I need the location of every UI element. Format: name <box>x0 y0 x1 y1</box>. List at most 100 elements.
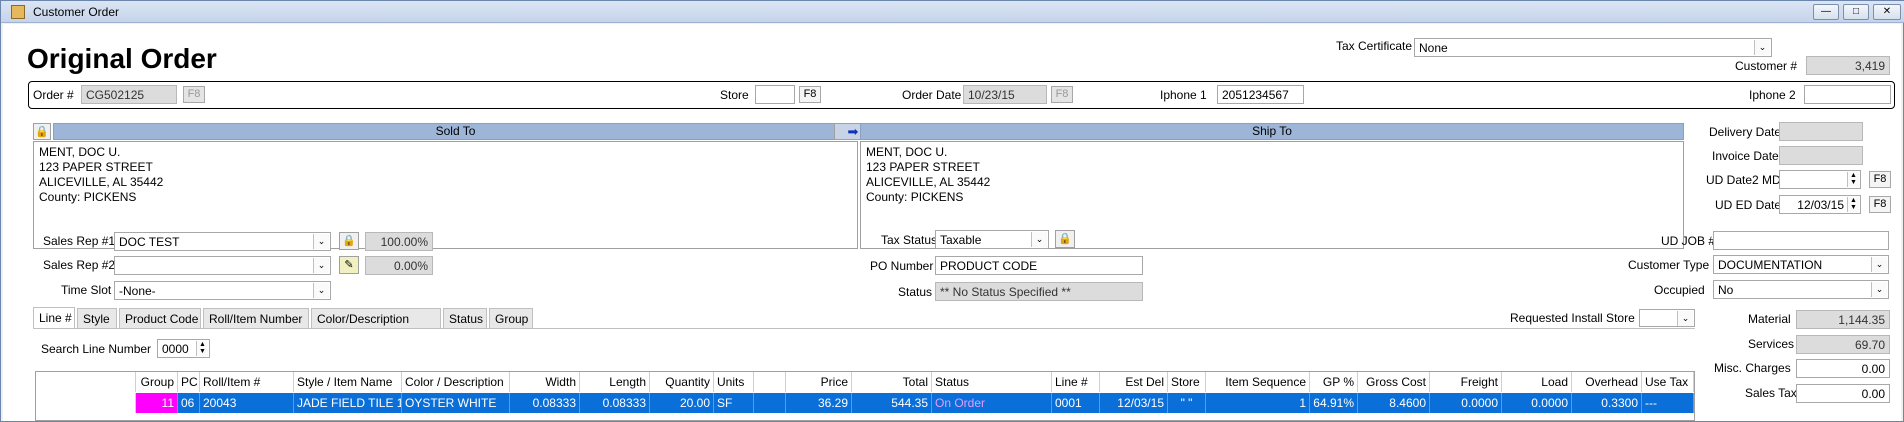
column-header-width[interactable]: Width <box>510 372 580 392</box>
sales-tax-label: Sales Tax <box>1745 386 1797 400</box>
customer-type-label: Customer Type <box>1628 258 1710 272</box>
ud-ed-date-label: UD ED Date <box>1715 198 1782 212</box>
store-label: Store <box>720 88 749 102</box>
order-number-field: CG502125 <box>81 85 177 104</box>
lock-icon[interactable]: 🔒 <box>1055 230 1075 248</box>
column-header-gross-cost[interactable]: Gross Cost <box>1358 372 1430 392</box>
column-header-est-del[interactable]: Est Del <box>1100 372 1168 392</box>
column-header-units[interactable]: Units <box>714 372 754 392</box>
column-header-quantity[interactable]: Quantity <box>650 372 714 392</box>
spinner-icon[interactable]: ▲ ▼ <box>1847 197 1859 212</box>
tax-certificate-label: Tax Certificate <box>1336 39 1413 53</box>
cell-overhead: 0.3300 <box>1572 393 1642 413</box>
ud-ed-date-field[interactable]: 12/03/15 ▲ ▼ <box>1779 195 1861 214</box>
status-field: ** No Status Specified ** <box>935 282 1143 301</box>
cell-roll-item: 20043 <box>200 393 294 413</box>
chevron-down-icon: ⌄ <box>1677 311 1693 326</box>
cell-units: SF <box>714 393 754 413</box>
search-line-label: Search Line Number <box>41 342 152 356</box>
delivery-date-label: Delivery Date <box>1709 125 1782 139</box>
chevron-down-icon: ⌄ <box>313 283 329 298</box>
close-button[interactable]: ✕ <box>1873 4 1901 20</box>
table-row[interactable]: 11 06 20043 JADE FIELD TILE 1X1 OYSTER W… <box>36 393 1694 413</box>
tax-status-select[interactable]: Taxable ⌄ <box>935 230 1049 249</box>
iphone1-field[interactable]: 2051234567 <box>1217 85 1304 104</box>
sold-to-header: Sold To <box>53 123 858 140</box>
occupied-select[interactable]: No ⌄ <box>1713 280 1889 299</box>
column-header-total[interactable]: Total <box>852 372 932 392</box>
pencil-edit-icon[interactable]: ✎ <box>339 256 359 274</box>
column-header-roll-item[interactable]: Roll/Item # <box>200 372 294 392</box>
cell-gross-cost: 8.4600 <box>1358 393 1430 413</box>
customer-type-select[interactable]: DOCUMENTATION ⌄ <box>1713 255 1889 274</box>
column-header-gp[interactable]: GP % <box>1310 372 1358 392</box>
ud-job-field[interactable] <box>1713 231 1889 250</box>
column-header-freight[interactable]: Freight <box>1430 372 1502 392</box>
ud-date2-f8-button[interactable]: F8 <box>1869 171 1891 188</box>
column-header-group[interactable]: Group <box>136 372 178 392</box>
cell-freight: 0.0000 <box>1430 393 1502 413</box>
tab-color-description[interactable]: Color/Description <box>311 308 441 328</box>
spinner-icon[interactable]: ▲ ▼ <box>196 341 208 356</box>
tab-style[interactable]: Style <box>77 308 117 328</box>
cell-load: 0.0000 <box>1502 393 1572 413</box>
tax-certificate-select[interactable]: None ⌄ <box>1414 38 1772 57</box>
iphone2-field[interactable] <box>1804 85 1891 104</box>
misc-charges-field[interactable]: 0.00 <box>1796 359 1890 378</box>
column-header-store[interactable]: Store <box>1168 372 1206 392</box>
column-header-color[interactable]: Color / Description <box>402 372 510 392</box>
column-header-blank2[interactable] <box>754 372 786 392</box>
minimize-button[interactable]: — <box>1813 4 1839 20</box>
customer-number-label: Customer # <box>1735 59 1798 73</box>
column-header-line[interactable]: Line # <box>1052 372 1100 392</box>
store-field[interactable] <box>755 85 795 104</box>
delivery-date-field <box>1779 122 1863 141</box>
cell-item-sequence: 1 <box>1206 393 1310 413</box>
search-line-number-field[interactable]: 0000 ▲ ▼ <box>157 339 210 358</box>
spinner-icon[interactable]: ▲ ▼ <box>1847 172 1859 187</box>
sales-rep1-percent: 100.00% <box>365 232 433 251</box>
time-slot-select[interactable]: -None- ⌄ <box>114 281 331 300</box>
order-date-field: 10/23/15 <box>963 85 1047 104</box>
store-f8-button[interactable]: F8 <box>799 86 821 103</box>
tab-line-number[interactable]: Line # <box>33 307 75 328</box>
sold-to-line: County: PICKENS <box>39 190 137 204</box>
column-header-pc[interactable]: PC <box>178 372 200 392</box>
tab-divider <box>33 328 1695 329</box>
column-header-status[interactable]: Status <box>932 372 1052 392</box>
sales-rep1-select[interactable]: DOC TEST ⌄ <box>114 232 331 251</box>
cell-length: 0.08333 <box>580 393 650 413</box>
sales-tax-field[interactable]: 0.00 <box>1796 384 1890 403</box>
chevron-down-icon: ⌄ <box>313 258 329 273</box>
column-header-length[interactable]: Length <box>580 372 650 392</box>
column-header-price[interactable]: Price <box>786 372 852 392</box>
column-header-item-sequence[interactable]: Item Sequence <box>1206 372 1310 392</box>
ship-to-line: County: PICKENS <box>866 190 964 204</box>
column-header-use-tax[interactable]: Use Tax <box>1642 372 1694 392</box>
client-area: Original Order Tax Certificate None ⌄ Cus… <box>3 24 1901 421</box>
iphone1-label: Iphone 1 <box>1160 88 1207 102</box>
sales-rep2-select[interactable]: ⌄ <box>114 256 331 275</box>
column-header-style[interactable]: Style / Item Name <box>294 372 402 392</box>
tab-roll-item-number[interactable]: Roll/Item Number <box>203 308 309 328</box>
cell-group: 11 <box>136 393 178 413</box>
services-label: Services <box>1748 337 1795 351</box>
tab-group[interactable]: Group <box>489 308 533 328</box>
lock-icon[interactable]: 🔒 <box>33 123 51 140</box>
column-header-load[interactable]: Load <box>1502 372 1572 392</box>
title-bar: Customer Order — □ ✕ <box>1 1 1904 23</box>
ud-ed-date-f8-button[interactable]: F8 <box>1869 196 1891 213</box>
ud-date2-field[interactable]: ▲ ▼ <box>1779 170 1861 189</box>
sales-rep2-percent: 0.00% <box>365 256 433 275</box>
column-header-overhead[interactable]: Overhead <box>1572 372 1642 392</box>
po-number-field[interactable]: PRODUCT CODE <box>935 256 1143 275</box>
tab-status[interactable]: Status <box>443 308 487 328</box>
chevron-down-icon: ⌄ <box>1871 282 1887 297</box>
lock-icon[interactable]: 🔒 <box>339 232 359 250</box>
tab-product-code[interactable]: Product Code <box>119 308 201 328</box>
sold-to-line: ALICEVILLE, AL 35442 <box>39 175 164 189</box>
ud-job-label: UD JOB # <box>1661 234 1716 248</box>
requested-install-store-select[interactable]: ⌄ <box>1639 309 1695 327</box>
maximize-button[interactable]: □ <box>1843 4 1869 20</box>
row-indicator <box>36 393 136 413</box>
